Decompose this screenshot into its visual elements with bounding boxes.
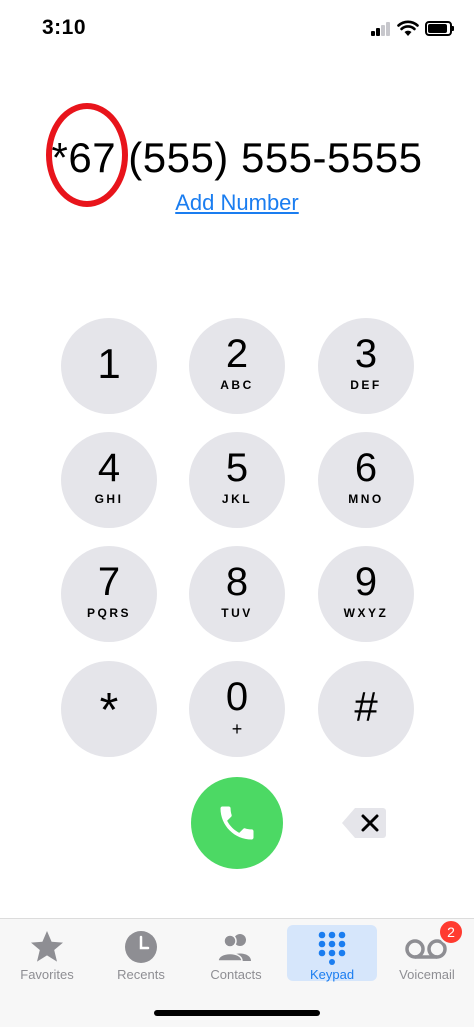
key-6[interactable]: 6 MNO — [318, 432, 414, 528]
call-button[interactable] — [191, 777, 283, 869]
key-2[interactable]: 2 ABC — [189, 318, 285, 414]
wifi-icon — [397, 20, 419, 36]
status-bar: 3:10 — [0, 0, 474, 60]
key-letters: ABC — [220, 378, 254, 392]
key-letters: GHI — [94, 492, 124, 506]
key-letters: JKL — [221, 492, 253, 506]
tab-label: Contacts — [210, 967, 262, 982]
key-digit: 0 — [225, 675, 249, 719]
key-digit: # — [354, 683, 378, 730]
key-8[interactable]: 8 TUV — [189, 546, 285, 642]
key-letters: DEF — [350, 378, 382, 392]
key-digit: 5 — [225, 446, 249, 490]
battery-icon — [425, 21, 454, 36]
tab-voicemail[interactable]: 2 Voicemail — [382, 919, 472, 982]
key-5[interactable]: 5 JKL — [189, 432, 285, 528]
key-digit: 4 — [97, 446, 121, 490]
tab-favorites[interactable]: Favorites — [2, 925, 92, 982]
key-4[interactable]: 4 GHI — [61, 432, 157, 528]
clock-icon — [125, 931, 157, 963]
tab-label: Keypad — [309, 967, 355, 982]
add-number-link[interactable]: Add Number — [0, 190, 474, 216]
home-indicator — [154, 1010, 320, 1016]
key-letters: WXYZ — [343, 606, 389, 620]
tab-label: Voicemail — [399, 967, 455, 982]
key-hash[interactable]: # — [318, 661, 414, 757]
key-digit: 9 — [354, 560, 378, 604]
backspace-icon[interactable] — [341, 806, 387, 840]
tab-keypad[interactable]: Keypad — [287, 925, 377, 982]
key-digit: * — [99, 684, 119, 737]
key-digit: 7 — [97, 560, 121, 604]
tab-label: Favorites — [20, 967, 74, 982]
key-digit: 2 — [225, 332, 249, 376]
tab-contacts[interactable]: Contacts — [191, 925, 281, 982]
tab-label: Recents — [117, 967, 165, 982]
key-letters: + — [231, 719, 243, 739]
key-star[interactable]: * — [61, 661, 157, 757]
star-icon — [31, 931, 63, 962]
key-3[interactable]: 3 DEF — [318, 318, 414, 414]
key-digit: 6 — [354, 446, 378, 490]
key-0[interactable]: 0 + — [189, 661, 285, 757]
key-letters: PQRS — [86, 606, 131, 620]
keypad-icon — [318, 931, 346, 965]
key-letters: MNO — [348, 492, 384, 506]
key-9[interactable]: 9 WXYZ — [318, 546, 414, 642]
key-digit: 3 — [354, 332, 378, 376]
key-1[interactable]: 1 — [61, 318, 157, 414]
status-time: 3:10 — [42, 16, 87, 39]
key-digit: 1 — [97, 340, 121, 387]
key-digit: 8 — [225, 560, 249, 604]
key-letters: TUV — [221, 606, 253, 620]
contacts-icon — [217, 934, 251, 962]
tab-recents[interactable]: Recents — [96, 925, 186, 982]
phone-icon — [220, 806, 254, 840]
cellular-signal-icon — [371, 22, 391, 36]
key-7[interactable]: 7 PQRS — [61, 546, 157, 642]
voicemail-badge: 2 — [438, 919, 464, 945]
